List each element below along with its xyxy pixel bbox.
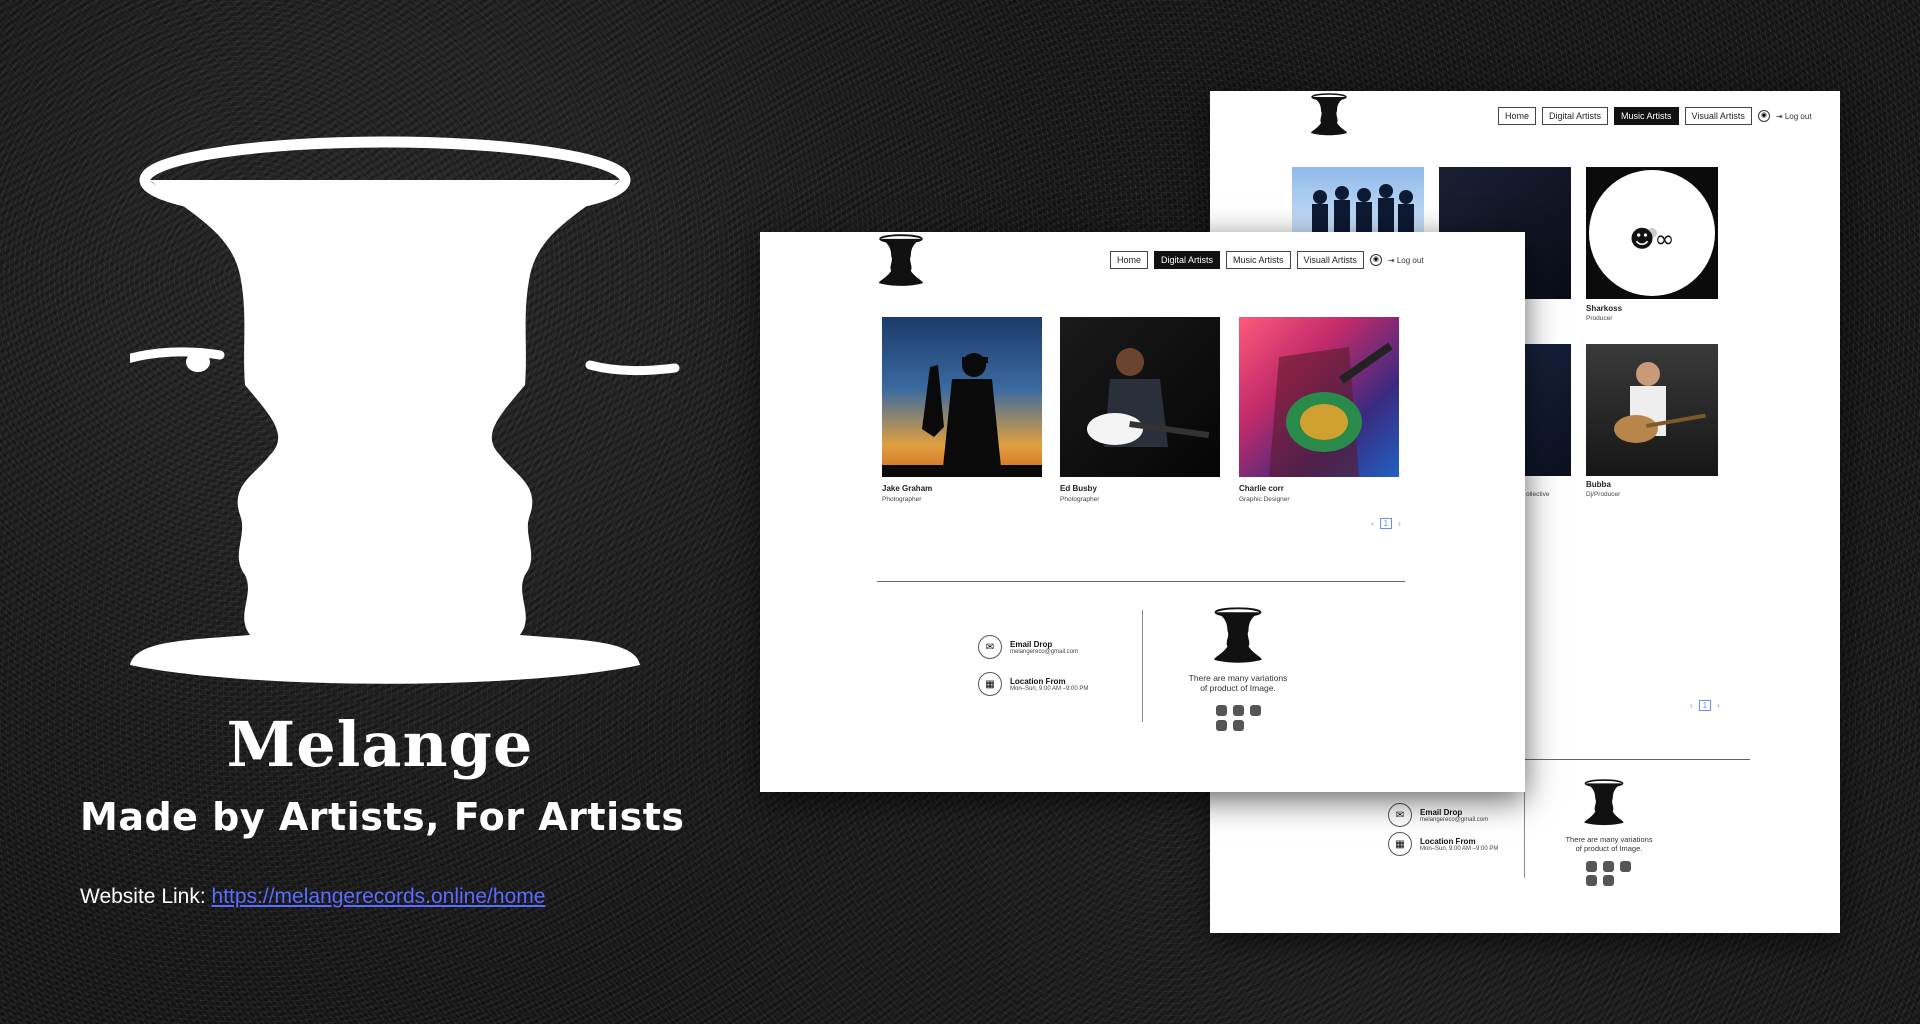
- melange-vase-faces-logo: [130, 136, 680, 684]
- email-title: Email Drop: [1010, 639, 1053, 649]
- building-icon: ▦: [1388, 832, 1412, 856]
- artist-tile-jake-graham[interactable]: [882, 317, 1042, 477]
- email-value: melangereco@gmail.com: [1010, 648, 1079, 655]
- nav-home[interactable]: Home: [1498, 107, 1537, 125]
- artist-name: Jake Graham: [882, 484, 933, 493]
- prev-page-icon[interactable]: ‹: [1371, 519, 1374, 528]
- saxophonist-silhouette-photo: [882, 353, 1042, 477]
- mail-icon: ✉: [1388, 803, 1412, 827]
- pagination: ‹ 1 ›: [1371, 518, 1401, 529]
- footer-logo-icon: [1214, 607, 1262, 663]
- next-page-icon[interactable]: ›: [1398, 519, 1401, 528]
- email-value: melangereco@gmail.com: [1420, 816, 1489, 823]
- logout-link[interactable]: ⇥ Log out: [1388, 256, 1424, 265]
- location-title: Location From: [1420, 836, 1476, 846]
- artist-name: Charlie corr: [1239, 484, 1284, 493]
- tagline: Made by Artists, For Artists: [80, 795, 685, 839]
- about-line-2: of product of Image.: [1200, 683, 1276, 693]
- footer-about: There are many variations of product of …: [1168, 673, 1308, 693]
- social-row-2: [1586, 875, 1614, 886]
- guitarist-photo: [1614, 362, 1706, 443]
- artist-tile-5[interactable]: [1586, 344, 1718, 476]
- digital-artists-screenshot: Home Digital Artists Music Artists Visua…: [760, 232, 1525, 792]
- youtube-icon[interactable]: [1250, 705, 1261, 716]
- instagram-icon[interactable]: [1216, 720, 1227, 731]
- website-link[interactable]: https://melangerecords.online/home: [212, 885, 546, 908]
- location-value: Mon–Sun, 9:00 AM –9:00 PM: [1010, 685, 1089, 692]
- twitter-icon[interactable]: [1603, 861, 1614, 872]
- brand-name: Melange: [226, 708, 534, 781]
- pagination: ‹ 1 ›: [1690, 700, 1720, 711]
- artist-role: ollective: [1526, 491, 1550, 498]
- instagram-icon[interactable]: [1586, 875, 1597, 886]
- youtube-icon[interactable]: [1620, 861, 1631, 872]
- artist-role: Dj/Producer: [1586, 491, 1621, 498]
- nav-home[interactable]: Home: [1110, 251, 1149, 269]
- site-logo-icon: [1311, 93, 1347, 136]
- mail-icon: ✉: [978, 635, 1002, 659]
- music-nav: Home Digital Artists Music Artists Visua…: [1498, 107, 1812, 125]
- contact-location: ▦ Location From Mon–Sun, 9:00 AM –9:00 PM: [978, 672, 1088, 696]
- nav-digital-artists[interactable]: Digital Artists: [1542, 107, 1609, 125]
- page-number[interactable]: 1: [1698, 700, 1712, 711]
- prev-page-icon[interactable]: ‹: [1690, 701, 1693, 710]
- artist-tile-3[interactable]: ☻∞: [1586, 167, 1718, 299]
- twitter-icon[interactable]: [1233, 705, 1244, 716]
- electric-guitarist-photo: [1087, 348, 1210, 447]
- logout-label: Log out: [1784, 111, 1812, 121]
- logout-link[interactable]: ⇥ Log out: [1776, 112, 1812, 121]
- logout-label: Log out: [1396, 255, 1424, 265]
- soundcloud-icon[interactable]: [1216, 705, 1227, 716]
- nav-music-artists[interactable]: Music Artists: [1226, 251, 1291, 269]
- location-title: Location From: [1010, 676, 1066, 686]
- nav-digital-artists[interactable]: Digital Artists: [1154, 251, 1221, 269]
- social-row-1: [1216, 705, 1261, 716]
- nav-visual-artists[interactable]: Visuall Artists: [1684, 107, 1752, 125]
- social-row-1: [1586, 861, 1631, 872]
- artist-name: Bubba: [1586, 480, 1611, 489]
- digital-nav: Home Digital Artists Music Artists Visua…: [1110, 251, 1424, 269]
- footer-vertical-divider: [1142, 610, 1143, 722]
- facebook-icon[interactable]: [1233, 720, 1244, 731]
- artist-tile-charlie-corr[interactable]: [1239, 317, 1399, 477]
- artist-role: Photographer: [882, 496, 922, 503]
- email-title: Email Drop: [1420, 807, 1463, 817]
- profile-icon[interactable]: ◉: [1757, 110, 1770, 122]
- contact-email: ✉ Email Drop melangereco@gmail.com: [978, 635, 1078, 659]
- facebook-icon[interactable]: [1603, 875, 1614, 886]
- website-label: Website Link:: [80, 885, 212, 908]
- artist-role: Photographer: [1060, 496, 1100, 503]
- guitar-closeup-photo: [1269, 342, 1393, 477]
- footer-divider: [1520, 759, 1750, 760]
- vinyl-record-image: ☻∞: [1589, 170, 1715, 296]
- site-logo-icon: [878, 234, 924, 286]
- artist-role: Producer: [1586, 315, 1613, 322]
- page-number[interactable]: 1: [1379, 518, 1393, 529]
- nav-visual-artists[interactable]: Visuall Artists: [1296, 251, 1364, 269]
- about-line-1: There are many variations: [1565, 835, 1653, 844]
- footer-logo-icon: [1584, 779, 1624, 826]
- next-page-icon[interactable]: ›: [1717, 701, 1720, 710]
- nav-music-artists[interactable]: Music Artists: [1614, 107, 1679, 125]
- profile-icon[interactable]: ◉: [1369, 254, 1382, 266]
- contact-email: ✉ Email Drop melangereco@gmail.com: [1388, 803, 1488, 827]
- artist-name: Sharkoss: [1586, 304, 1623, 313]
- footer-divider: [877, 581, 1405, 582]
- svg-text:☻∞: ☻∞: [1629, 225, 1674, 253]
- soundcloud-icon[interactable]: [1586, 861, 1597, 872]
- artist-role: Graphic Designer: [1239, 496, 1290, 503]
- website-line: Website Link: https://melangerecords.onl…: [80, 885, 545, 909]
- about-line-1: There are many variations: [1188, 673, 1288, 683]
- about-line-2: of product of Image.: [1575, 844, 1643, 853]
- footer-about: There are many variations of product of …: [1550, 835, 1668, 853]
- location-value: Mon–Sun, 9:00 AM –9:00 PM: [1420, 845, 1499, 852]
- contact-location: ▦ Location From Mon–Sun, 9:00 AM –9:00 PM: [1388, 832, 1498, 856]
- building-icon: ▦: [978, 672, 1002, 696]
- artist-name: Ed Busby: [1060, 484, 1097, 493]
- social-row-2: [1216, 720, 1244, 731]
- footer-vertical-divider: [1524, 783, 1525, 878]
- artist-tile-ed-busby[interactable]: [1060, 317, 1220, 477]
